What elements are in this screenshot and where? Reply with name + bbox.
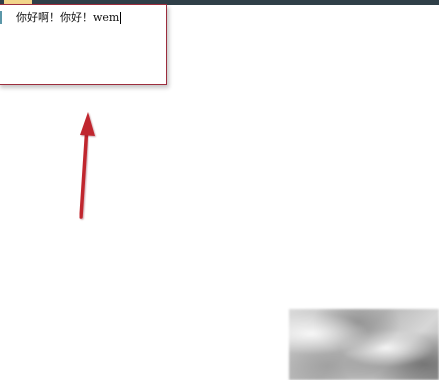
arrow-shaft <box>79 124 89 219</box>
screenshot-canvas: 你好啊！你好！wem <box>0 0 439 380</box>
arrow-head <box>80 112 95 136</box>
blurred-image-region <box>289 309 439 380</box>
